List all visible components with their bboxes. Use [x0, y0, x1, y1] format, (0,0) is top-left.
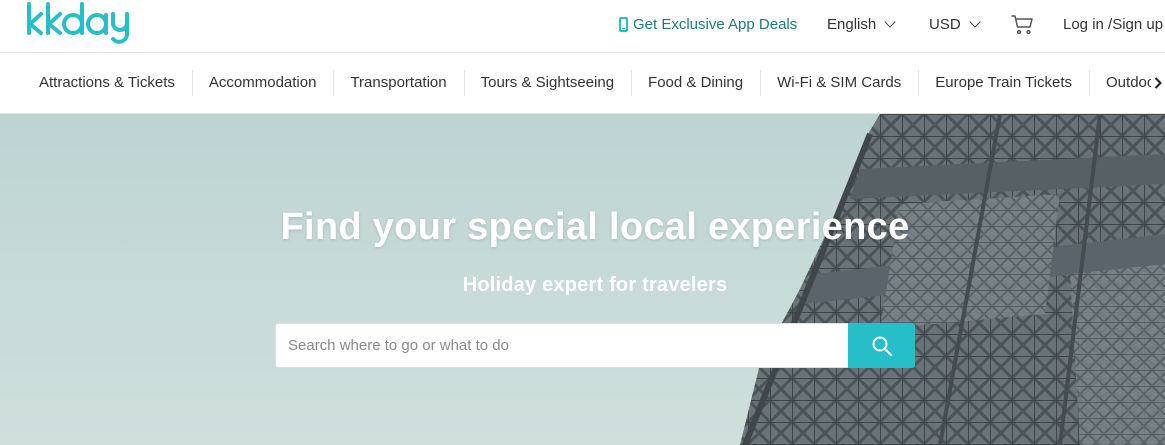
hero-subtitle: Holiday expert for travelers: [462, 274, 728, 296]
language-selector[interactable]: English: [827, 14, 896, 34]
nav-item-tours-sightseeing[interactable]: Tours & Sightseeing: [463, 70, 631, 96]
cart-icon[interactable]: [1011, 12, 1035, 36]
currency-label: USD: [929, 15, 961, 33]
nav-item-transportation[interactable]: Transportation: [333, 70, 463, 96]
login-label: Log in /Sign up: [1063, 15, 1164, 33]
kkday-logo[interactable]: [25, 1, 129, 47]
nav-item-attractions-tickets[interactable]: Attractions & Tickets: [22, 70, 192, 96]
hero-banner: Find your special local experience Holid…: [0, 114, 1165, 445]
category-nav: Attractions & Tickets Accommodation Tran…: [0, 53, 1165, 114]
search-input[interactable]: [275, 323, 848, 368]
category-list: Attractions & Tickets Accommodation Tran…: [0, 53, 1165, 113]
nav-item-food-dining[interactable]: Food & Dining: [631, 70, 760, 96]
search-bar: [275, 323, 915, 368]
app-deals-label: Get Exclusive App Deals: [633, 15, 798, 33]
phone-icon: [619, 16, 628, 32]
nav-item-accommodation[interactable]: Accommodation: [191, 70, 334, 96]
search-button[interactable]: [848, 323, 915, 368]
nav-item-wifi-sim[interactable]: Wi-Fi & SIM Cards: [760, 70, 918, 96]
login-signup-link[interactable]: Log in /Sign up: [1063, 14, 1163, 34]
app-deals-link[interactable]: Get Exclusive App Deals: [619, 14, 797, 34]
search-icon: [872, 336, 892, 356]
top-header: Get Exclusive App Deals English USD Log …: [0, 0, 1165, 53]
language-label: English: [827, 15, 877, 33]
nav-item-europe-train[interactable]: Europe Train Tickets: [918, 70, 1089, 96]
chevron-right-icon: [1154, 77, 1162, 89]
hero-title: Find your special local experience: [280, 206, 910, 248]
chevron-down-icon: [884, 15, 896, 28]
nav-scroll-right-button[interactable]: [1151, 65, 1165, 101]
chevron-down-icon: [969, 15, 981, 28]
currency-selector[interactable]: USD: [929, 14, 981, 34]
